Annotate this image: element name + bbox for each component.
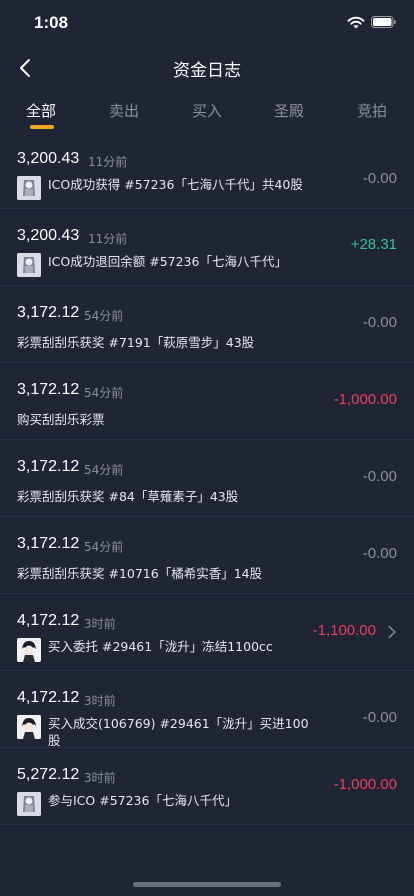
- tab-temple[interactable]: 圣殿: [274, 100, 304, 121]
- list-item[interactable]: 3,172.12 54分前 彩票刮刮乐获奖 #10716「橘希实香」14股 -0…: [0, 517, 414, 594]
- wifi-icon: [347, 16, 365, 29]
- entry-description-wrap: 买入委托 #29461「泷升」冻结1100cc: [17, 638, 273, 662]
- balance-value: 3,200.43: [17, 227, 80, 244]
- entry-description: ICO成功退回余额 #57236「七海八千代」: [48, 254, 287, 269]
- status-time: 1:08: [34, 13, 69, 32]
- entry-time: 3时前: [84, 617, 116, 631]
- list-item[interactable]: 3,172.12 54分前 购买刮刮乐彩票 -1,000.00: [0, 363, 414, 440]
- tab-buy[interactable]: 买入: [192, 100, 222, 121]
- entry-description-wrap: 购买刮刮乐彩票: [17, 411, 105, 428]
- list-item[interactable]: 3,200.43 11分前 ICO成功获得 #57236「七海八千代」共40股 …: [0, 132, 414, 209]
- entry-description-wrap: 参与ICO #57236「七海八千代」: [17, 792, 237, 816]
- status-bar: 1:08: [0, 0, 414, 48]
- page-title: 资金日志: [173, 61, 241, 81]
- tab-bar: 全部 卖出 买入 圣殿 竞拍: [0, 88, 414, 132]
- list-item[interactable]: 5,272.12 3时前 参与ICO #57236「七海八千代」 -1,000.…: [0, 748, 414, 825]
- list-item[interactable]: 3,172.12 54分前 彩票刮刮乐获奖 #7191「萩原雪步」43股 -0.…: [0, 286, 414, 363]
- entry-description: 彩票刮刮乐获奖 #10716「橘希实香」14股: [17, 566, 263, 581]
- chevron-right-icon[interactable]: [387, 625, 397, 639]
- entry-description-wrap: 彩票刮刮乐获奖 #7191「萩原雪步」43股: [17, 334, 254, 351]
- entry-description: 买入成交(106769) #29461「泷升」买进100股: [48, 716, 309, 748]
- entry-description-wrap: 彩票刮刮乐获奖 #10716「橘希实香」14股: [17, 565, 262, 582]
- entry-description-wrap: ICO成功退回余额 #57236「七海八千代」: [17, 253, 287, 277]
- balance-value: 3,200.43: [17, 150, 80, 167]
- character-thumbnail-icon: [17, 715, 41, 739]
- entry-description: 购买刮刮乐彩票: [17, 412, 105, 427]
- amount-value: -0.00: [362, 709, 397, 726]
- entry-time: 54分前: [84, 386, 124, 400]
- balance-value: 5,272.12: [17, 766, 80, 783]
- list-item[interactable]: 3,200.43 11分前 ICO成功退回余额 #57236「七海八千代」 +2…: [0, 209, 414, 286]
- amount-value: -1,000.00: [333, 391, 397, 408]
- nav-bar: 资金日志: [0, 48, 414, 88]
- entry-description: 买入委托 #29461「泷升」冻结1100cc: [48, 639, 273, 654]
- list-item[interactable]: 4,172.12 3时前 买入成交(106769) #29461「泷升」买进10…: [0, 671, 414, 748]
- entry-description: 彩票刮刮乐获奖 #7191「萩原雪步」43股: [17, 335, 255, 350]
- balance-value: 3,172.12: [17, 304, 80, 321]
- entry-description: 参与ICO #57236「七海八千代」: [48, 793, 237, 808]
- amount-value: -0.00: [362, 314, 397, 331]
- home-indicator: [133, 882, 281, 887]
- ledger-list: 3,200.43 11分前 ICO成功获得 #57236「七海八千代」共40股 …: [0, 132, 414, 825]
- amount-value: -1,000.00: [333, 776, 397, 793]
- entry-description-wrap: 彩票刮刮乐获奖 #84「草薙素子」43股: [17, 488, 238, 505]
- tab-sell[interactable]: 卖出: [109, 100, 139, 121]
- entry-time: 11分前: [88, 155, 128, 169]
- entry-description: 彩票刮刮乐获奖 #84「草薙素子」43股: [17, 489, 239, 504]
- entry-time: 11分前: [88, 232, 128, 246]
- amount-value: -0.00: [362, 545, 397, 562]
- character-thumbnail-icon: [17, 253, 41, 277]
- amount-value: +28.31: [350, 236, 397, 253]
- entry-time: 54分前: [84, 540, 124, 554]
- amount-value: -0.00: [362, 170, 397, 187]
- entry-time: 3时前: [84, 694, 116, 708]
- amount-value: -0.00: [362, 468, 397, 485]
- character-thumbnail-icon: [17, 638, 41, 662]
- balance-value: 4,172.12: [17, 689, 80, 706]
- balance-value: 3,172.12: [17, 381, 80, 398]
- character-thumbnail-icon: [17, 792, 41, 816]
- amount-value: -1,100.00: [312, 622, 376, 639]
- entry-description-wrap: 买入成交(106769) #29461「泷升」买进100股: [17, 715, 318, 749]
- entry-time: 3时前: [84, 771, 116, 785]
- balance-value: 3,172.12: [17, 535, 80, 552]
- tab-all[interactable]: 全部: [26, 100, 56, 121]
- balance-value: 4,172.12: [17, 612, 80, 629]
- list-item[interactable]: 4,172.12 3时前 买入委托 #29461「泷升」冻结1100cc -1,…: [0, 594, 414, 671]
- battery-icon: [371, 16, 396, 28]
- character-thumbnail-icon: [17, 176, 41, 200]
- entry-description-wrap: ICO成功获得 #57236「七海八千代」共40股: [17, 176, 303, 200]
- tab-auction[interactable]: 竞拍: [357, 100, 387, 121]
- balance-value: 3,172.12: [17, 458, 80, 475]
- entry-time: 54分前: [84, 309, 124, 323]
- list-item[interactable]: 3,172.12 54分前 彩票刮刮乐获奖 #84「草薙素子」43股 -0.00: [0, 440, 414, 517]
- active-tab-indicator: [30, 125, 54, 129]
- entry-description: ICO成功获得 #57236「七海八千代」共40股: [48, 177, 303, 192]
- entry-time: 54分前: [84, 463, 124, 477]
